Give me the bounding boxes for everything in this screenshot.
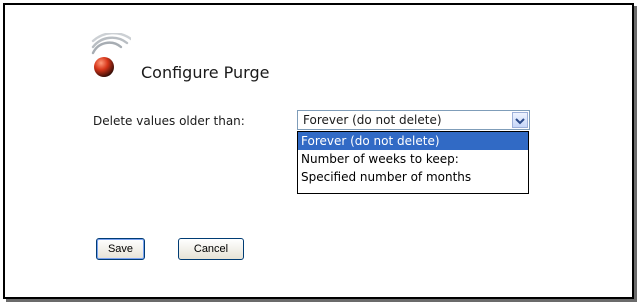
purge-period-select[interactable]: Forever (do not delete) xyxy=(297,110,530,130)
wireless-signal-icon xyxy=(91,33,131,77)
chevron-down-icon xyxy=(515,118,525,125)
dropdown-button[interactable] xyxy=(512,112,528,128)
cancel-button[interactable]: Cancel xyxy=(178,238,244,260)
page-title: Configure Purge xyxy=(141,63,270,82)
delete-older-than-label: Delete values older than: xyxy=(93,114,245,128)
option-months[interactable]: Specified number of months xyxy=(298,168,528,186)
purge-period-options[interactable]: Forever (do not delete) Number of weeks … xyxy=(297,131,529,194)
save-button[interactable]: Save xyxy=(96,238,145,260)
option-forever[interactable]: Forever (do not delete) xyxy=(298,132,528,150)
option-weeks-to-keep[interactable]: Number of weeks to keep: xyxy=(298,150,528,168)
purge-period-value: Forever (do not delete) xyxy=(303,113,442,127)
